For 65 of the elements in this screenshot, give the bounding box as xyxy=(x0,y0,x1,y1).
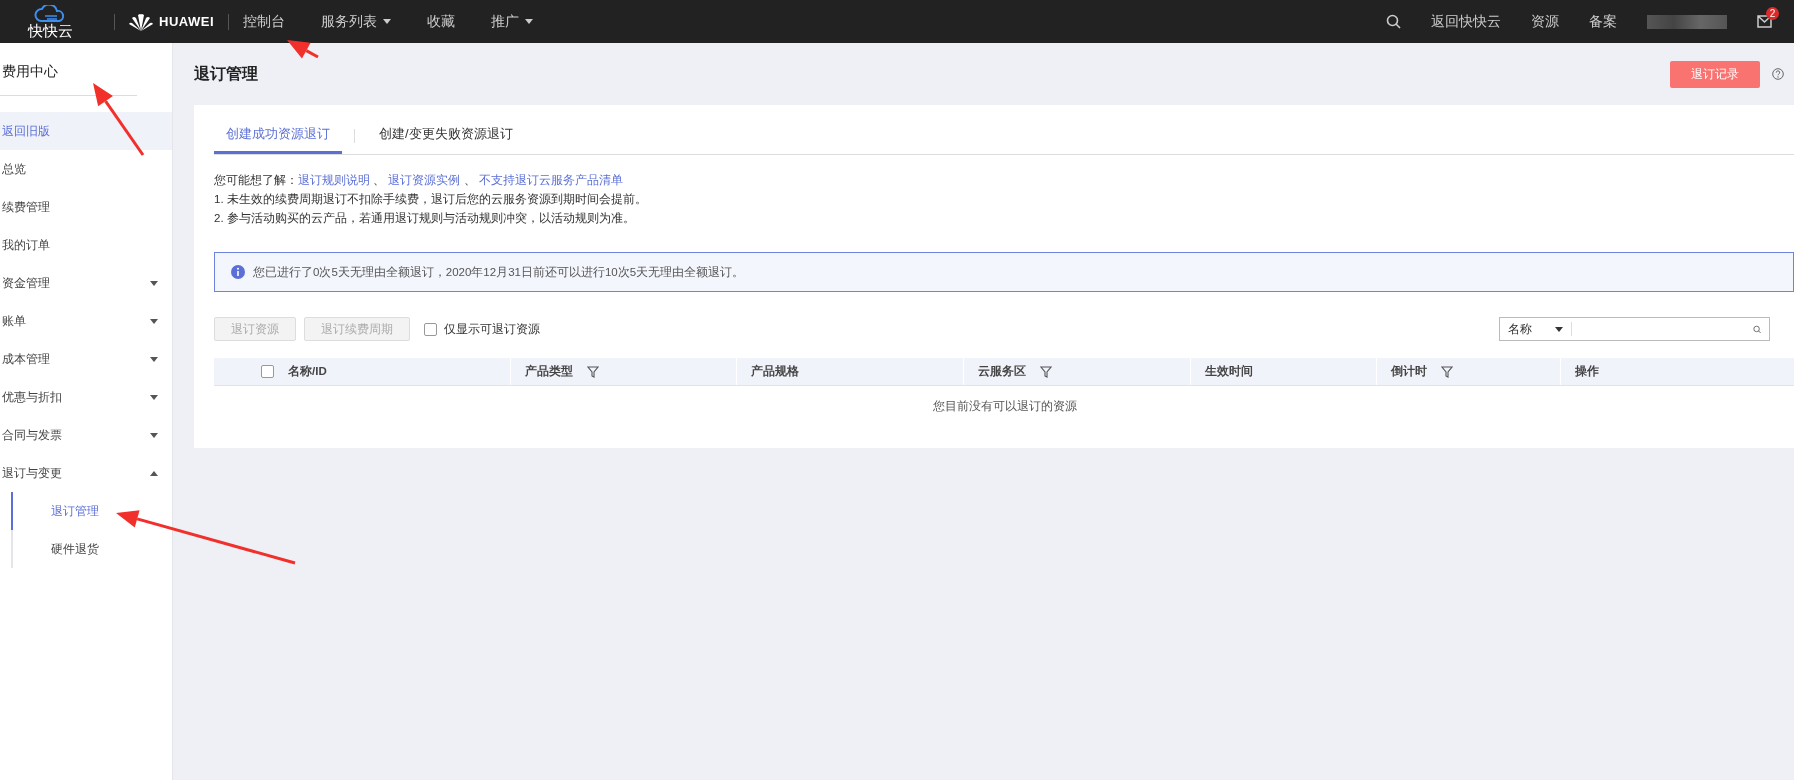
caret-icon xyxy=(1554,326,1563,332)
sidebar-item[interactable]: 返回旧版 xyxy=(0,112,172,150)
column-header: 操作 xyxy=(1575,364,1599,379)
brand-name: HUAWEI xyxy=(159,14,214,29)
notification-badge: 2 xyxy=(1766,7,1779,20)
sidebar-item[interactable]: 续费管理 xyxy=(0,188,172,226)
column-header: 云服务区 xyxy=(978,364,1026,379)
nav-link[interactable]: 服务列表 xyxy=(321,12,391,31)
filter-icon[interactable] xyxy=(1040,365,1052,378)
caret-icon xyxy=(150,432,158,438)
tab[interactable]: 创建成功资源退订 xyxy=(214,117,342,154)
nav-link[interactable]: 收藏 xyxy=(427,12,455,31)
caret-icon xyxy=(150,280,158,286)
sidebar-item[interactable]: 资金管理 xyxy=(0,264,172,302)
logo-text: 快快云 xyxy=(27,23,73,38)
sidebar-item[interactable]: 合同与发票 xyxy=(0,416,172,454)
filter-icon[interactable] xyxy=(587,365,599,378)
tab[interactable]: 创建/变更失败资源退订 xyxy=(367,117,525,154)
sidebar-item[interactable]: 退订与变更 xyxy=(0,454,172,492)
empty-message: 您目前没有可以退订的资源 xyxy=(931,398,1078,415)
sidebar-item[interactable]: 我的订单 xyxy=(0,226,172,264)
info-icon xyxy=(231,265,245,279)
hint-link[interactable]: 退订规则说明 xyxy=(298,174,370,186)
caret-icon xyxy=(383,19,391,24)
search-field[interactable]: 名称 xyxy=(1499,317,1770,341)
checkbox-label: 仅显示可退订资源 xyxy=(444,321,540,337)
caret-icon xyxy=(150,356,158,362)
page-title: 退订管理 xyxy=(194,63,258,84)
sidebar-item[interactable]: 优惠与折扣 xyxy=(0,378,172,416)
nav-link[interactable]: 推广 xyxy=(491,12,533,31)
search-type-select[interactable]: 名称 xyxy=(1500,322,1572,336)
column-header: 产品类型 xyxy=(525,364,573,379)
top-link[interactable]: 资源 xyxy=(1531,12,1559,31)
sidebar-subitem[interactable]: 硬件退货 xyxy=(11,530,172,568)
checkbox[interactable] xyxy=(424,322,437,336)
caret-icon xyxy=(150,470,158,476)
caret-icon xyxy=(150,318,158,324)
hint-link[interactable]: 不支持退订云服务产品清单 xyxy=(478,174,623,186)
note-text: 1. 未生效的续费周期退订不扣除手续费，退订后您的云服务资源到期时间会提前。 xyxy=(214,192,648,207)
hint-separator: 、 xyxy=(372,174,387,186)
filter-icon[interactable] xyxy=(1441,365,1453,378)
hint-link[interactable]: 退订资源实例 xyxy=(388,174,461,186)
top-link[interactable]: 备案 xyxy=(1589,12,1617,31)
notice-text: 您已进行了0次5天无理由全额退订，2020年12月31日前还可以进行10次5天无理由全额退订。 xyxy=(253,264,745,280)
help-icon[interactable] xyxy=(1772,68,1784,80)
top-link[interactable]: 返回快快云 xyxy=(1431,12,1501,31)
column-header: 名称/ID xyxy=(288,364,327,379)
sidebar-item[interactable]: 总览 xyxy=(0,150,172,188)
caret-icon xyxy=(150,394,158,400)
annotation-arrow xyxy=(287,40,319,59)
nav-link[interactable]: 控制台 xyxy=(243,12,285,31)
note-text: 2. 参与活动购买的云产品，若通用退订规则与活动规则冲突，以活动规则为准。 xyxy=(214,211,636,226)
hint-separator: 、 xyxy=(462,174,477,186)
sidebar-item[interactable]: 成本管理 xyxy=(0,340,172,378)
column-header: 产品规格 xyxy=(751,364,799,379)
sidebar-item[interactable]: 账单 xyxy=(0,302,172,340)
hint-lead: 您可能想了解： xyxy=(214,174,298,186)
search-icon[interactable] xyxy=(1386,14,1401,29)
caret-icon xyxy=(525,19,533,24)
column-header: 生效时间 xyxy=(1205,364,1253,379)
flower-logo-icon xyxy=(129,12,153,31)
mail-icon[interactable] xyxy=(1757,15,1772,28)
select-all-checkbox[interactable] xyxy=(261,365,274,378)
cloud-logo-icon xyxy=(33,5,67,23)
column-header: 倒计时 xyxy=(1391,364,1427,379)
